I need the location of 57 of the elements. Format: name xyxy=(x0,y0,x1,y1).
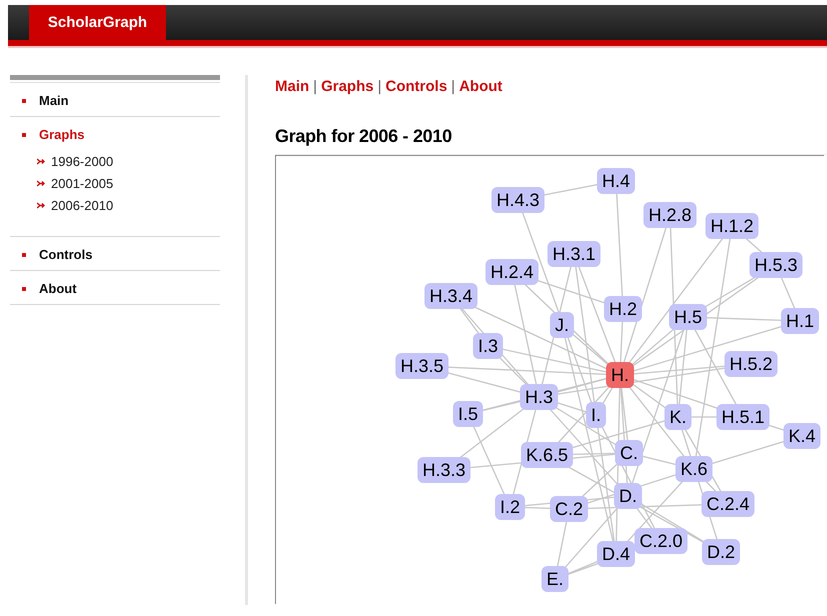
graph-node[interactable]: H.5 xyxy=(669,304,707,330)
bullet-icon xyxy=(22,132,26,136)
graph-node[interactable]: H.1.2 xyxy=(705,213,759,239)
graph-node[interactable]: H.3.3 xyxy=(417,457,471,483)
sidebar-item[interactable]: Main xyxy=(10,93,69,108)
graph-node[interactable]: H.5.1 xyxy=(716,404,770,430)
page-heading: Graph for 2006 - 2010 xyxy=(275,126,827,155)
graph-node[interactable]: H.5.3 xyxy=(749,252,803,278)
graph-node[interactable]: H.5.2 xyxy=(724,351,778,377)
graph-node[interactable]: K.6.5 xyxy=(520,442,574,468)
graph-node[interactable]: H.4 xyxy=(597,168,635,194)
bullet-icon xyxy=(22,98,26,102)
graph-node[interactable]: H.4.3 xyxy=(491,187,545,213)
graph-node[interactable]: H.3.1 xyxy=(547,241,601,267)
graph-node[interactable]: K.4 xyxy=(783,423,821,449)
graph-node[interactable]: H.1 xyxy=(781,308,819,334)
graph-node[interactable]: K.6 xyxy=(675,456,713,482)
graph-node[interactable]: D. xyxy=(614,483,642,509)
separator: | xyxy=(451,78,456,95)
arrow-icon xyxy=(37,202,45,208)
graph-node[interactable]: C.2.0 xyxy=(634,528,688,554)
graph-node[interactable]: H.2.8 xyxy=(643,202,697,228)
graph-node[interactable]: H.3.4 xyxy=(424,283,478,309)
bullet-icon xyxy=(22,286,26,290)
separator: | xyxy=(313,78,318,95)
sidebar-item[interactable]: About xyxy=(10,281,77,296)
logo-tab[interactable]: ScholarGraph xyxy=(29,5,166,40)
graph-node[interactable]: H.2.4 xyxy=(485,259,539,285)
graph-node[interactable]: H.3.5 xyxy=(395,353,449,379)
graph-node[interactable]: I.3 xyxy=(473,333,503,359)
graph-node[interactable]: E. xyxy=(542,566,568,592)
arrow-icon xyxy=(37,180,45,186)
sidebar-subitem[interactable]: 2001-2005 xyxy=(51,176,114,190)
graph-node[interactable]: C.2 xyxy=(550,496,588,522)
sidebar-subitem[interactable]: 2006-2010 xyxy=(51,198,114,212)
graph-node[interactable]: H.3 xyxy=(520,384,558,410)
sidebar-item[interactable]: Controls xyxy=(10,247,92,262)
graph-node[interactable]: I.5 xyxy=(453,401,483,427)
separator: | xyxy=(378,78,382,95)
graph-node[interactable]: J. xyxy=(550,312,574,338)
sidebar-item[interactable]: Graphs xyxy=(10,127,85,142)
graph-node[interactable]: C.2.4 xyxy=(701,491,755,517)
arrow-icon xyxy=(37,158,45,164)
graph-node[interactable]: K. xyxy=(664,404,692,430)
graph-node[interactable]: C. xyxy=(615,440,643,466)
graph-node[interactable]: H.2 xyxy=(604,296,642,322)
nav-link[interactable]: Main xyxy=(275,78,310,95)
nav-link[interactable]: Graphs xyxy=(321,78,374,95)
nav-link[interactable]: Controls xyxy=(386,78,448,95)
graph-node[interactable]: D.4 xyxy=(597,541,635,567)
nav-link[interactable]: About xyxy=(459,78,502,95)
graph-node[interactable]: D.2 xyxy=(702,539,740,565)
sidebar-subitem[interactable]: 1996-2000 xyxy=(51,154,114,168)
graph-node[interactable]: H. xyxy=(606,362,634,388)
graph-node[interactable]: I.2 xyxy=(495,494,525,520)
bullet-icon xyxy=(22,252,26,256)
graph-node[interactable]: I. xyxy=(586,402,606,428)
